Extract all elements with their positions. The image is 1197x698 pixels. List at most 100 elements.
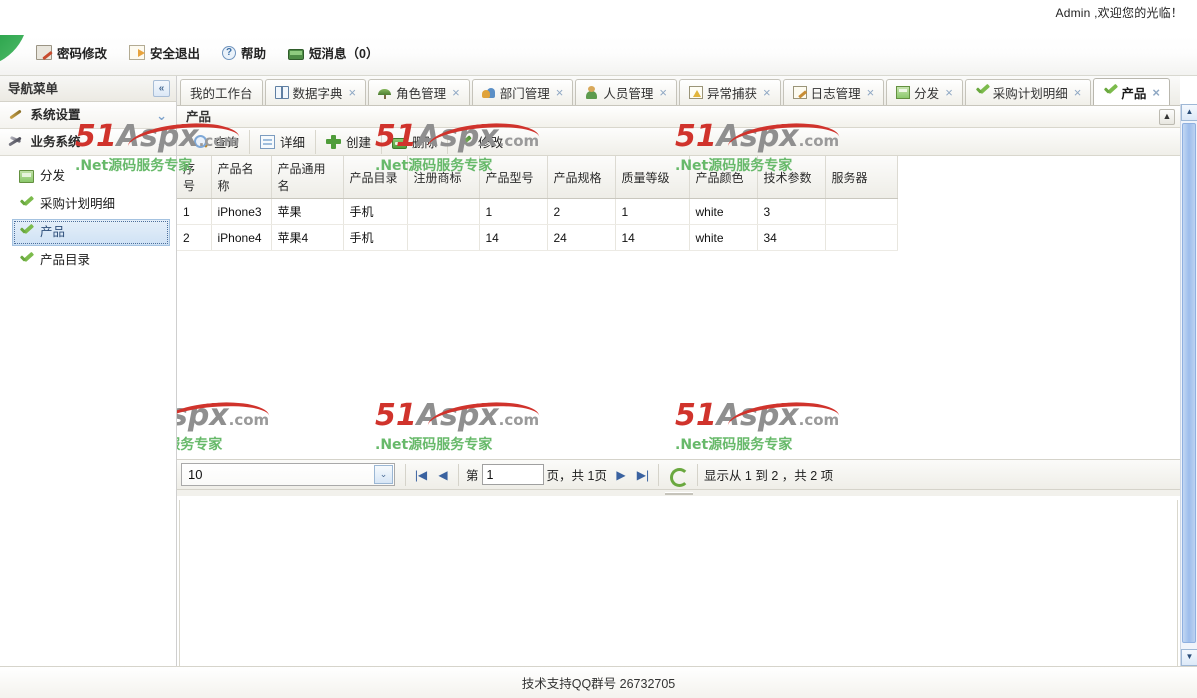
delete-button[interactable]: 删除: [381, 129, 447, 154]
column-header-color[interactable]: 产品颜色: [689, 156, 758, 199]
column-header-quality-grade[interactable]: 质量等级: [615, 156, 690, 199]
tab-label: 异常捕获: [706, 87, 757, 101]
scrollbar-thumb[interactable]: [1182, 123, 1196, 643]
page-prefix-label: 第: [466, 469, 479, 483]
column-header-generic-name[interactable]: 产品通用名: [271, 156, 344, 199]
menu-item-messages[interactable]: 短消息（0）: [288, 43, 379, 62]
tab-close-icon[interactable]: ×: [556, 85, 564, 100]
create-button[interactable]: 创建: [315, 129, 381, 154]
button-label: 创建: [346, 136, 372, 150]
watermark-logo: 51Aspx.com .Net源码服务专家: [375, 398, 540, 454]
query-button[interactable]: 查询: [183, 130, 249, 154]
tab-role-management[interactable]: 角色管理 ×: [368, 79, 470, 105]
menu-item-label: 安全退出: [150, 47, 201, 61]
tab-my-workbench[interactable]: 我的工作台: [180, 79, 263, 105]
tab-product[interactable]: 产品 ×: [1093, 78, 1170, 105]
page-number-input[interactable]: [481, 464, 544, 485]
check-icon: [19, 198, 34, 211]
tab-label: 我的工作台: [190, 87, 253, 101]
tab-close-icon[interactable]: ×: [452, 85, 460, 100]
scroll-down-button[interactable]: ▼: [1181, 649, 1197, 666]
sidebar-collapse-button[interactable]: «: [153, 80, 170, 97]
sidebar-item-label: 分发: [40, 169, 66, 183]
column-header-product-name[interactable]: 产品名称: [211, 156, 272, 199]
sidebar-item-purchase-plan-detail[interactable]: 采购计划明细: [12, 191, 170, 218]
previous-page-button[interactable]: ◀: [432, 464, 454, 486]
sidebar-item-distribute[interactable]: 分发: [12, 163, 170, 190]
menu-item-password-change[interactable]: 密码修改: [36, 43, 107, 62]
display-icon: [896, 86, 911, 99]
password-edit-icon: [36, 45, 52, 60]
panel-collapse-button[interactable]: ▲: [1159, 109, 1175, 125]
cell-quality-grade: 14: [615, 224, 690, 251]
tab-close-icon[interactable]: ×: [349, 85, 357, 100]
cell-model: 1: [479, 198, 548, 225]
detail-button[interactable]: 详细: [249, 129, 315, 154]
tab-purchase-plan-detail[interactable]: 采购计划明细 ×: [964, 79, 1092, 105]
scroll-up-button[interactable]: ▲: [1181, 104, 1197, 121]
divider: [405, 463, 406, 486]
delete-icon: [392, 138, 408, 149]
cell-trademark: [407, 224, 480, 251]
action-toolbar: 查询 详细 创建 删除 修改: [177, 128, 1180, 156]
sidebar-group-business-system[interactable]: 业务系统 ⌄: [0, 129, 176, 156]
check-icon: [975, 86, 989, 99]
tab-department-management[interactable]: 部门管理 ×: [471, 79, 574, 105]
sidebar-item-label: 产品: [40, 225, 66, 239]
first-page-button[interactable]: |◀: [410, 464, 432, 486]
last-page-button[interactable]: ▶|: [632, 464, 654, 486]
table-row[interactable]: 1 iPhone3 苹果 手机 1 2 1 white 3: [177, 198, 898, 225]
tab-close-icon[interactable]: ×: [763, 85, 771, 100]
chevron-down-icon[interactable]: ⌄: [374, 465, 393, 484]
tab-distribute[interactable]: 分发 ×: [886, 79, 963, 105]
horizontal-splitter[interactable]: [177, 490, 1180, 496]
next-page-button[interactable]: ▶: [610, 464, 632, 486]
tab-close-icon[interactable]: ×: [945, 85, 953, 100]
folder-icon: [19, 170, 34, 183]
column-header-trademark[interactable]: 注册商标: [407, 156, 480, 199]
column-header-server[interactable]: 服务器: [825, 156, 898, 199]
cell-server: [825, 224, 898, 251]
column-header-index[interactable]: 序号: [177, 156, 212, 199]
tab-personnel-management[interactable]: 人员管理 ×: [575, 79, 677, 105]
column-header-specification[interactable]: 产品规格: [547, 156, 616, 199]
tab-close-icon[interactable]: ×: [1074, 85, 1082, 100]
cell-generic-name: 苹果: [271, 198, 344, 225]
tab-close-icon[interactable]: ×: [659, 85, 667, 100]
main-panel: 我的工作台 数据字典 × 角色管理 × 部门管理 × 人员管理 × 异常捕获 ×…: [177, 76, 1180, 675]
tab-data-dictionary[interactable]: 数据字典 ×: [264, 79, 367, 105]
cell-index: 1: [177, 198, 212, 225]
vertical-scrollbar[interactable]: ▲ ▼: [1180, 104, 1197, 666]
menu-item-help[interactable]: ? 帮助: [222, 43, 266, 62]
application-root: Admin ,欢迎您的光临！ 密码修改 安全退出 ? 帮助 短消息（0） 导航菜…: [0, 0, 1197, 698]
column-header-tech-params[interactable]: 技术参数: [757, 156, 826, 199]
refresh-icon[interactable]: [669, 467, 689, 487]
top-menu-items: 密码修改 安全退出 ? 帮助 短消息（0）: [36, 43, 379, 62]
tab-label: 部门管理: [499, 87, 550, 101]
data-grid-container[interactable]: 序号 产品名称 产品通用名 产品目录 注册商标 产品型号 产品规格 质量等级 产…: [177, 156, 1180, 460]
cell-generic-name: 苹果4: [271, 224, 344, 251]
sidebar-nav-list: 分发 采购计划明细 产品 产品目录: [0, 156, 176, 274]
user-icon: [585, 86, 599, 99]
modify-button[interactable]: 修改: [447, 129, 513, 154]
tab-log-management[interactable]: 日志管理 ×: [782, 79, 885, 105]
tab-close-icon[interactable]: ×: [867, 85, 875, 100]
column-header-model[interactable]: 产品型号: [479, 156, 548, 199]
users-icon: [481, 86, 496, 99]
log-icon: [792, 86, 807, 99]
menu-item-logout[interactable]: 安全退出: [129, 43, 200, 62]
page-size-select[interactable]: 10 ⌄: [181, 463, 395, 486]
sidebar-item-product-catalog[interactable]: 产品目录: [12, 247, 170, 274]
tab-close-icon[interactable]: ×: [1152, 85, 1160, 100]
watermark-swoosh: [726, 398, 840, 430]
table-row[interactable]: 2 iPhone4 苹果4 手机 14 24 14 white 34: [177, 224, 898, 251]
sidebar-item-product[interactable]: 产品: [12, 219, 170, 246]
cell-specification: 2: [547, 198, 616, 225]
tab-exception-capture[interactable]: 异常捕获 ×: [678, 79, 781, 105]
cell-tech-params: 3: [757, 198, 826, 225]
cell-product-name: iPhone3: [211, 198, 272, 225]
sidebar-group-system-settings[interactable]: 系统设置 ⌄: [0, 102, 176, 129]
sidebar-item-label: 产品目录: [40, 253, 91, 267]
menu-item-label: 密码修改: [57, 47, 108, 61]
column-header-catalog[interactable]: 产品目录: [343, 156, 408, 199]
